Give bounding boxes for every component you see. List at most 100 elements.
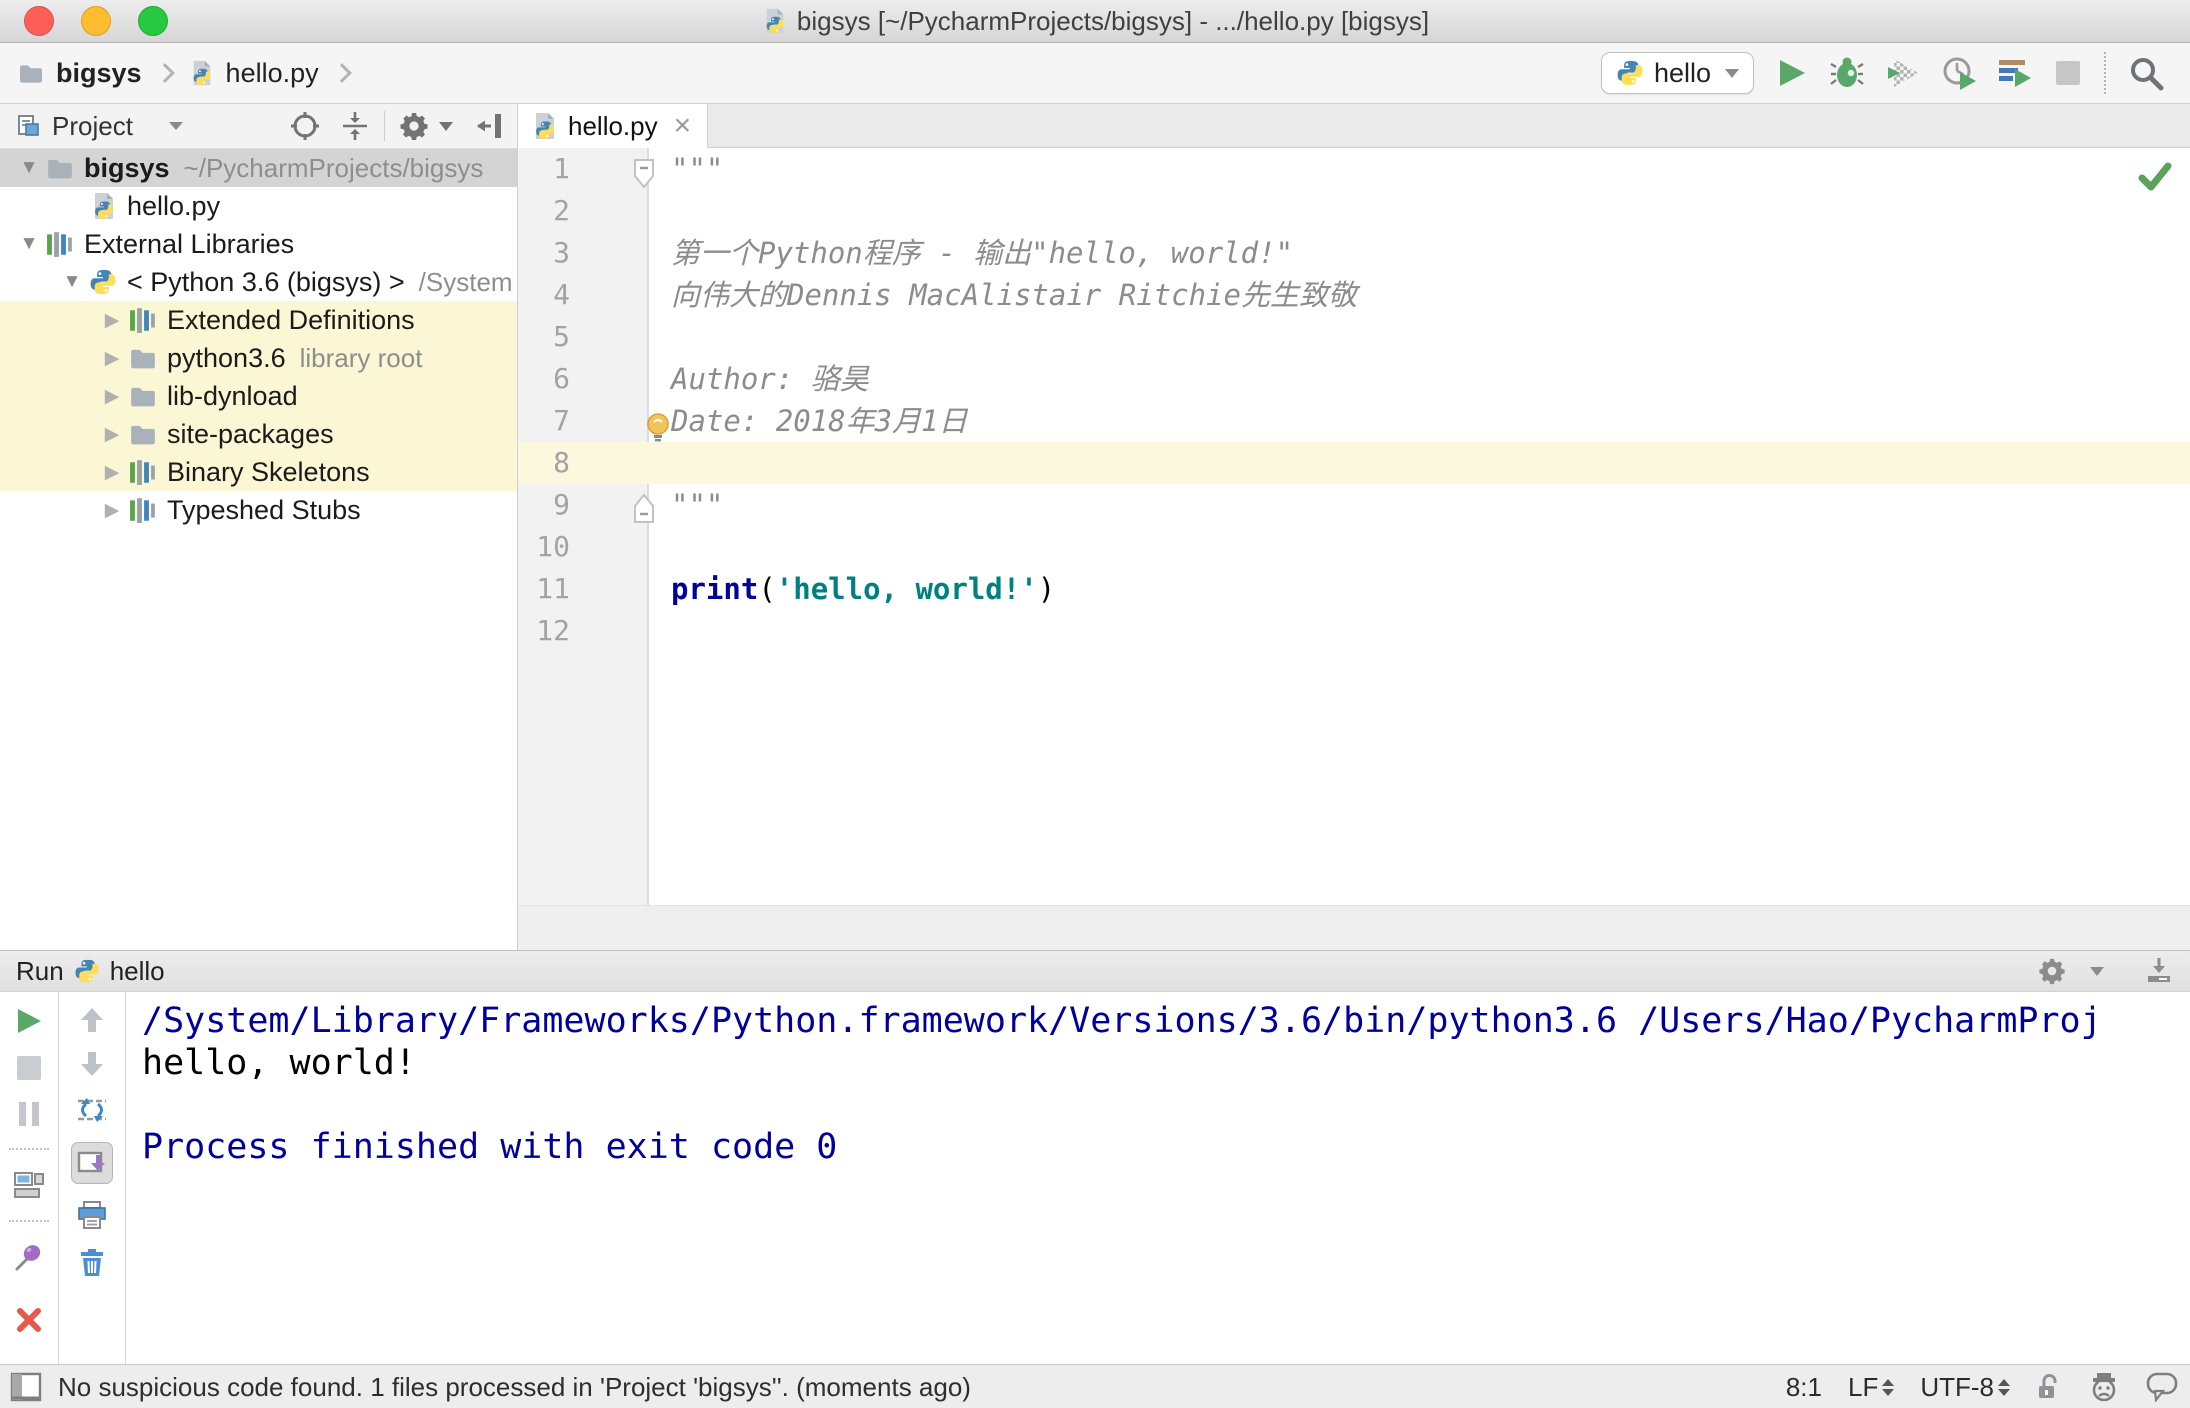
code-text[interactable]: [647, 190, 2190, 232]
chevron-expanded-icon[interactable]: ▼: [12, 157, 46, 179]
run-with-coverage-button[interactable]: [1886, 56, 1920, 90]
fold-end-icon[interactable]: [632, 492, 656, 524]
editor-scroll-strip[interactable]: [518, 905, 2190, 950]
lock-icon[interactable]: [2036, 1373, 2062, 1401]
line-number[interactable]: 11: [518, 568, 647, 610]
library-icon: [129, 306, 157, 334]
chevron-expanded-icon[interactable]: ▼: [55, 271, 89, 293]
chevron-right-icon: [154, 63, 175, 83]
fold-start-icon[interactable]: [632, 158, 656, 190]
tree-item-hello-py[interactable]: hello.py: [0, 187, 517, 225]
stop-button[interactable]: [2054, 59, 2082, 87]
chevron-collapsed-icon[interactable]: ▶: [95, 499, 129, 522]
window-title: bigsys [~/PycharmProjects/bigsys] - .../…: [796, 5, 1430, 36]
tab-hello-py[interactable]: hello.py ×: [518, 104, 709, 148]
tree-item-lib-dynload[interactable]: ▶ lib-dynload: [0, 377, 517, 415]
line-number[interactable]: 2: [518, 190, 647, 232]
line-number[interactable]: 4: [518, 274, 647, 316]
line-number[interactable]: 8: [518, 442, 647, 484]
tree-item-extended-definitions[interactable]: ▶ Extended Definitions: [0, 301, 517, 339]
line-number[interactable]: 12: [518, 610, 647, 652]
run-console-output[interactable]: /System/Library/Frameworks/Python.framew…: [126, 992, 2190, 1365]
line-separator-select[interactable]: LF: [1848, 1372, 1895, 1403]
chevron-collapsed-icon[interactable]: ▶: [95, 385, 129, 408]
chevron-collapsed-icon[interactable]: ▶: [95, 461, 129, 484]
navigation-bar: bigsys hello.py hello: [0, 43, 2190, 104]
settings-gear-button[interactable]: [399, 111, 429, 141]
line-number[interactable]: 5: [518, 316, 647, 358]
tree-item-bigsys[interactable]: ▼ bigsys ~/PycharmProjects/bigsys: [0, 149, 517, 187]
tree-item-typeshed-stubs[interactable]: ▶ Typeshed Stubs: [0, 491, 517, 529]
run-button[interactable]: [1776, 57, 1808, 89]
chevron-collapsed-icon[interactable]: ▶: [95, 423, 129, 446]
tool-window-switcher-icon[interactable]: [10, 1372, 42, 1402]
stop-process-button[interactable]: [15, 1054, 43, 1082]
encoding-select[interactable]: UTF-8: [1920, 1372, 2010, 1403]
code-editor[interactable]: 1 """ 2 3 第一个Python程序 - 输出"hello, world!" 4 向…: [518, 148, 2190, 906]
chevron-down-icon[interactable]: [168, 122, 183, 130]
code-line-4: 4 向伟大的Dennis MacAlistair Ritchie先生致敬: [518, 274, 2190, 316]
intention-bulb-icon[interactable]: [644, 412, 672, 444]
tree-item-label: Extended Definitions: [167, 304, 415, 335]
run-configuration-select[interactable]: hello: [1600, 52, 1754, 94]
code-text[interactable]: [647, 610, 2190, 652]
folder-icon: [129, 420, 157, 448]
close-icon[interactable]: ×: [674, 111, 692, 141]
restore-layout-button[interactable]: [14, 1170, 44, 1200]
code-text[interactable]: """: [647, 148, 2190, 190]
concurrency-diagram-button[interactable]: [1998, 56, 2032, 90]
collapse-all-button[interactable]: [340, 111, 370, 141]
hide-panel-button[interactable]: [475, 111, 505, 141]
tree-item-python3-6[interactable]: ▶ python3.6 library root: [0, 339, 517, 377]
breadcrumb-project[interactable]: bigsys: [56, 58, 142, 89]
caret-position[interactable]: 8:1: [1786, 1372, 1822, 1403]
run-settings-gear-button[interactable]: [2038, 957, 2066, 985]
clear-console-button[interactable]: [78, 1246, 106, 1278]
line-number[interactable]: 9: [518, 484, 647, 526]
hector-inspector-icon[interactable]: [2088, 1371, 2120, 1403]
chevron-collapsed-icon[interactable]: ▶: [95, 309, 129, 332]
chevron-expanded-icon[interactable]: ▼: [12, 233, 46, 255]
breadcrumb-file[interactable]: hello.py: [226, 58, 319, 89]
code-text[interactable]: [647, 316, 2190, 358]
locate-file-button[interactable]: [290, 111, 320, 141]
code-text[interactable]: """: [647, 484, 2190, 526]
code-text[interactable]: print('hello, world!'): [647, 568, 2190, 610]
code-text[interactable]: [647, 526, 2190, 568]
tree-item--python-3-6-bigsys-[interactable]: ▼ < Python 3.6 (bigsys) > /System: [0, 263, 517, 301]
code-text[interactable]: 向伟大的Dennis MacAlistair Ritchie先生致敬: [647, 274, 2190, 316]
dock-panel-button[interactable]: [2144, 956, 2174, 986]
search-everywhere-button[interactable]: [2128, 55, 2164, 91]
code-text[interactable]: 第一个Python程序 - 输出"hello, world!": [647, 232, 2190, 274]
code-text[interactable]: Date: 2018年3月1日: [647, 400, 2190, 442]
profiler-button[interactable]: [1942, 56, 1976, 90]
pause-output-button[interactable]: [16, 1100, 42, 1128]
scroll-to-end-button[interactable]: [71, 1142, 113, 1184]
next-occurrence-button[interactable]: [78, 1050, 106, 1078]
line-number[interactable]: 1: [518, 148, 647, 190]
code-text[interactable]: Author: 骆昊: [647, 358, 2190, 400]
pin-tab-button[interactable]: [14, 1242, 44, 1272]
tree-item-external-libraries[interactable]: ▼ External Libraries: [0, 225, 517, 263]
tree-item-label: lib-dynload: [167, 380, 298, 411]
code-token-string: 'hello, world!': [775, 572, 1038, 606]
chevron-collapsed-icon[interactable]: ▶: [95, 347, 129, 370]
tree-item-site-packages[interactable]: ▶ site-packages: [0, 415, 517, 453]
chevron-right-icon: [331, 63, 352, 83]
notifications-bubble-icon[interactable]: [2146, 1372, 2178, 1402]
rerun-button[interactable]: [14, 1006, 44, 1036]
prev-occurrence-button[interactable]: [78, 1006, 106, 1034]
print-button[interactable]: [77, 1200, 107, 1230]
code-text[interactable]: [647, 442, 2190, 484]
tree-item-binary-skeletons[interactable]: ▶ Binary Skeletons: [0, 453, 517, 491]
debug-button[interactable]: [1830, 56, 1864, 90]
tree-item-suffix: library root: [299, 342, 423, 373]
close-panel-button[interactable]: [15, 1306, 43, 1334]
line-number[interactable]: 3: [518, 232, 647, 274]
line-number[interactable]: 10: [518, 526, 647, 568]
soft-wrap-button[interactable]: [76, 1094, 108, 1126]
line-number[interactable]: 7: [518, 400, 647, 442]
tree-item-label: Typeshed Stubs: [167, 494, 361, 525]
pycharm-window: bigsys [~/PycharmProjects/bigsys] - .../…: [0, 0, 2190, 1408]
line-number[interactable]: 6: [518, 358, 647, 400]
